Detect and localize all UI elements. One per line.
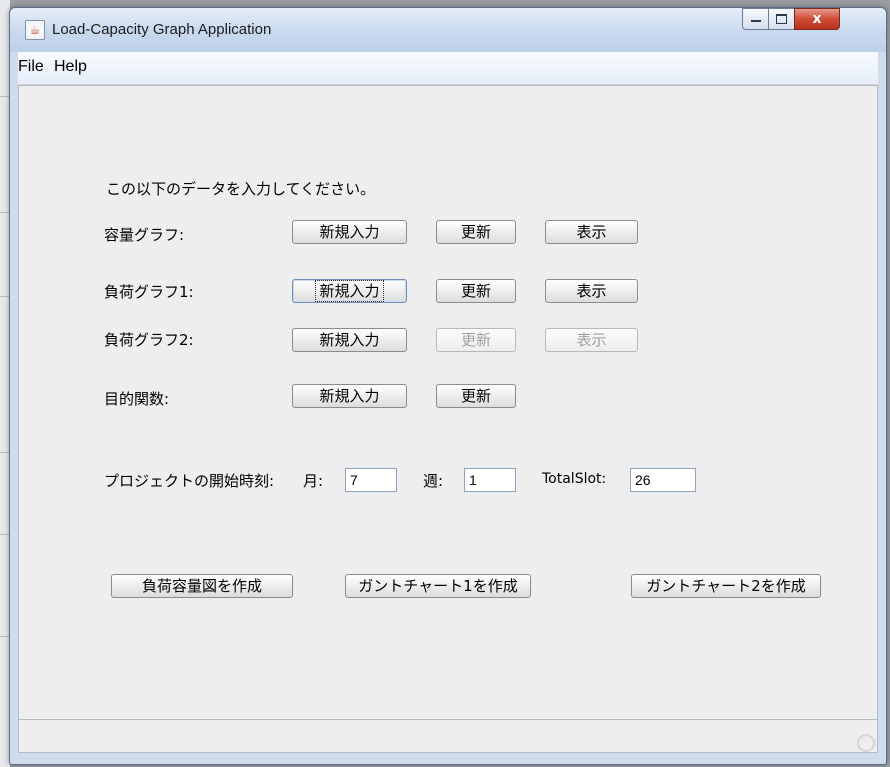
week-input[interactable] <box>464 468 516 492</box>
month-label: 月: <box>303 472 324 490</box>
close-button[interactable]: x <box>794 8 840 30</box>
objective-update-button[interactable]: 更新 <box>436 384 516 408</box>
create-gantt1-button[interactable]: ガントチャート1を作成 <box>345 574 531 598</box>
load-graph2-label: 負荷グラフ2: <box>104 331 194 349</box>
load1-new-button[interactable]: 新規入力 <box>292 279 407 303</box>
app-window: ☕ Load-Capacity Graph Application x File… <box>9 7 887 765</box>
load-graph1-label: 負荷グラフ1: <box>104 283 194 301</box>
menu-file[interactable]: File <box>18 58 44 76</box>
menu-help[interactable]: Help <box>54 58 87 76</box>
close-icon: x <box>812 11 822 27</box>
java-cup-icon[interactable]: ☕ <box>25 20 45 40</box>
maximize-button[interactable] <box>768 8 795 30</box>
project-start-label: プロジェクトの開始時刻: <box>104 472 275 490</box>
minimize-button[interactable] <box>742 8 769 30</box>
load1-show-button[interactable]: 表示 <box>545 279 638 303</box>
capacity-update-button[interactable]: 更新 <box>436 220 516 244</box>
busy-indicator-icon <box>857 734 875 752</box>
load2-show-button[interactable]: 表示 <box>545 328 638 352</box>
total-slot-label: TotalSlot: <box>542 471 607 487</box>
load2-update-button[interactable]: 更新 <box>436 328 516 352</box>
capacity-graph-label: 容量グラフ: <box>104 226 185 244</box>
month-input[interactable] <box>345 468 397 492</box>
content-panel: この以下のデータを入力してください。 容量グラフ: 新規入力 更新 表示 負荷グ… <box>18 85 878 753</box>
total-slot-input[interactable] <box>630 468 696 492</box>
title-bar[interactable]: ☕ Load-Capacity Graph Application x <box>10 8 886 52</box>
load1-update-button[interactable]: 更新 <box>436 279 516 303</box>
minimize-icon <box>750 20 761 22</box>
create-gantt2-button[interactable]: ガントチャート2を作成 <box>631 574 821 598</box>
instruction-text: この以下のデータを入力してください。 <box>106 180 376 198</box>
objective-new-button[interactable]: 新規入力 <box>292 384 407 408</box>
menu-bar: File Help <box>18 52 878 85</box>
window-title: Load-Capacity Graph Application <box>52 21 272 38</box>
load2-new-button[interactable]: 新規入力 <box>292 328 407 352</box>
maximize-icon <box>776 14 787 24</box>
status-divider <box>19 719 877 720</box>
week-label: 週: <box>423 472 444 490</box>
create-load-capacity-button[interactable]: 負荷容量図を作成 <box>111 574 293 598</box>
capacity-show-button[interactable]: 表示 <box>545 220 638 244</box>
capacity-new-button[interactable]: 新規入力 <box>292 220 407 244</box>
objective-function-label: 目的関数: <box>104 390 170 408</box>
